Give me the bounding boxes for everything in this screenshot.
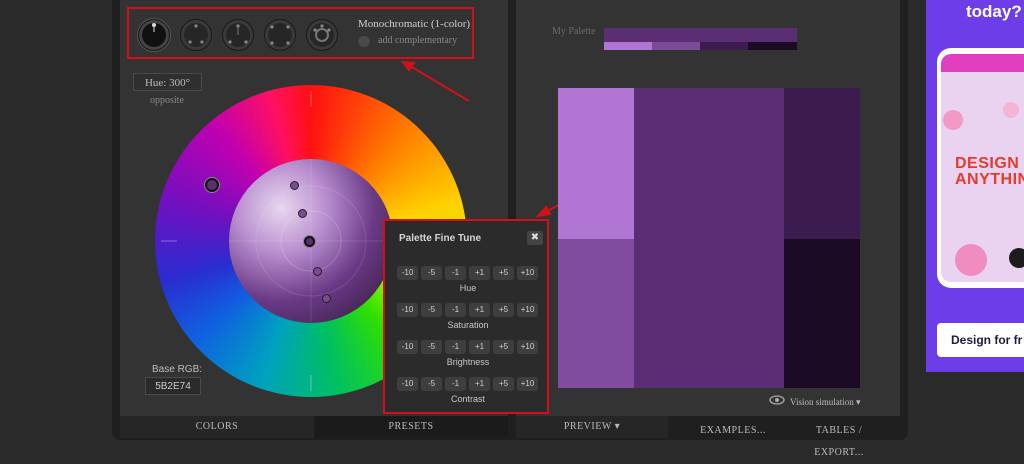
vision-simulation-label[interactable]: Vision simulation ▾ [790, 397, 861, 408]
eye-icon[interactable] [769, 395, 785, 405]
ad-headline: today? [966, 2, 1022, 21]
palette-swatch[interactable] [748, 42, 797, 50]
preview-color-block[interactable] [634, 88, 784, 388]
palette-swatch[interactable] [700, 42, 748, 50]
preview-color-block[interactable] [784, 239, 860, 388]
tab-examples[interactable]: EXAMPLES... [668, 420, 798, 442]
ad-design-line-1: DESIGN [955, 155, 1020, 172]
palette-base-swatch[interactable] [604, 28, 797, 42]
tab-presets[interactable]: PRESETS [314, 416, 508, 438]
tab-preview-label: PREVIEW [563, 421, 612, 432]
ad-design-text: DESIGN ANYTHIN [955, 156, 1024, 188]
palette-swatch[interactable] [604, 42, 652, 50]
my-palette-label: My Palette [552, 26, 596, 37]
ad-phone-header [941, 54, 1024, 72]
tab-tables-export[interactable]: TABLES / EXPORT... [792, 420, 886, 458]
vision-simulation-text: Vision simulation [790, 397, 854, 407]
palette-swatch-strip [604, 42, 797, 50]
palette-swatch[interactable] [652, 42, 700, 50]
preview-color-block[interactable] [784, 88, 860, 239]
preview-color-block[interactable] [558, 88, 634, 239]
tab-colors[interactable]: COLORS [120, 416, 314, 438]
annotation-arrows [400, 60, 608, 218]
preview-color-block[interactable] [558, 239, 634, 388]
ad-cta-label: Design for fr [951, 333, 1023, 347]
ad-design-line-2: ANYTHIN [955, 171, 1024, 188]
palette-preview [558, 88, 860, 388]
tab-preview[interactable]: PREVIEW ▾ [516, 416, 668, 438]
